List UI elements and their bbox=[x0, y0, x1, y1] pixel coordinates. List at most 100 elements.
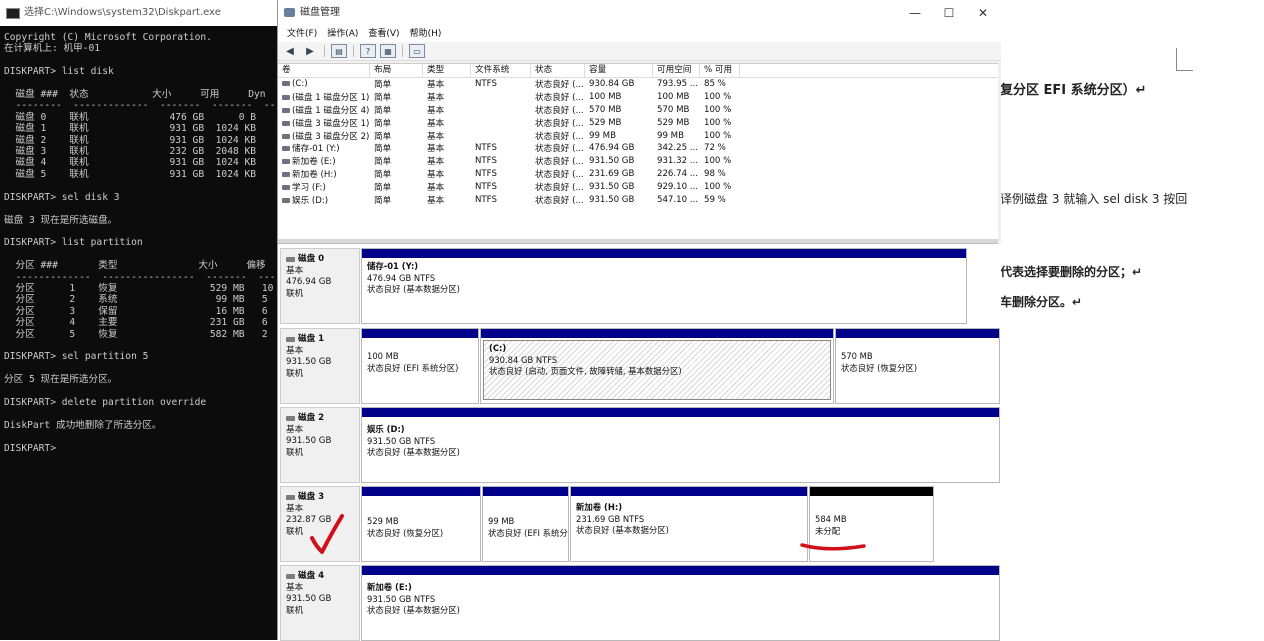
menu-help[interactable]: 帮助(H) bbox=[405, 26, 447, 42]
cell-text: 基本 bbox=[427, 157, 445, 168]
cell-text: 状态良好 (... bbox=[535, 144, 584, 155]
partition-efi-disk1[interactable]: 100 MB 状态良好 (EFI 系统分区) bbox=[361, 328, 479, 404]
volume-row[interactable]: (磁盘 1 磁盘分区 4) 简单 基本 状态良好 (... 570 MB 570 MB 10… bbox=[278, 104, 998, 117]
menu-view[interactable]: 查看(V) bbox=[363, 26, 404, 42]
menu-file[interactable]: 文件(F) bbox=[282, 26, 322, 42]
cell-free-space: 929.10 ... bbox=[653, 182, 700, 192]
cell-percent-free: 100 % bbox=[700, 118, 740, 128]
cell-type: 基本 bbox=[423, 181, 471, 193]
partition-e[interactable]: 新加卷 (E:) 931.50 GB NTFS 状态良好 (基本数据分区) bbox=[361, 565, 1000, 641]
cell-type: 基本 bbox=[423, 130, 471, 142]
column-header-percent-free[interactable]: % 可用 bbox=[700, 64, 740, 77]
disk-management-titlebar[interactable]: 磁盘管理 — ☐ ✕ bbox=[278, 0, 1001, 26]
partition-size: 931.50 GB NTFS bbox=[367, 593, 436, 604]
volume-row[interactable]: (C:) 简单 基本 NTFS 状态良好 (... 930.84 GB 793.95 ...… bbox=[278, 78, 998, 91]
back-arrow-icon[interactable]: ◀ bbox=[282, 44, 298, 58]
column-header-type[interactable]: 类型 bbox=[423, 64, 471, 77]
maximize-button[interactable]: ☐ bbox=[932, 0, 966, 26]
partition-c[interactable]: (C:) 930.84 GB NTFS 状态良好 (启动, 页面文件, 故障转储… bbox=[480, 328, 834, 404]
disk-icon bbox=[286, 416, 295, 422]
partition-efi-disk3[interactable]: 99 MB 状态良好 (EFI 系统分 bbox=[482, 486, 569, 562]
column-header-layout[interactable]: 布局 bbox=[370, 64, 423, 77]
disk-status: 联机 bbox=[286, 368, 304, 379]
column-header-volume[interactable]: 卷 bbox=[278, 64, 370, 77]
partition-status: 状态良好 (基本数据分区) bbox=[576, 525, 669, 536]
disk-2-info[interactable]: 磁盘 2 基本 931.50 GB 联机 bbox=[280, 407, 360, 483]
view-icon[interactable]: ▭ bbox=[409, 44, 425, 58]
cell-capacity: 476.94 GB bbox=[585, 143, 653, 153]
partition-recovery-disk3[interactable]: 529 MB 状态良好 (恢复分区) bbox=[361, 486, 481, 562]
partition-h[interactable]: 新加卷 (H:) 231.69 GB NTFS 状态良好 (基本数据分区) bbox=[570, 486, 808, 562]
forward-arrow-icon[interactable]: ▶ bbox=[302, 44, 318, 58]
volume-row[interactable]: 新加卷 (H:) 简单 基本 NTFS 状态良好 (... 231.69 GB 226.74… bbox=[278, 168, 998, 181]
disk-4-row: 磁盘 4 基本 931.50 GB 联机 新加卷 (E:) 931.50 GB … bbox=[280, 565, 1000, 641]
cell-layout: 简单 bbox=[370, 104, 423, 116]
menu-bar: 文件(F) 操作(A) 查看(V) 帮助(H) bbox=[278, 26, 1001, 42]
cell-text: 状态良好 (... bbox=[535, 93, 584, 104]
partition-band bbox=[362, 566, 999, 575]
disk-size: 232.87 GB bbox=[286, 515, 332, 526]
cell-free-space: 226.74 ... bbox=[653, 169, 700, 179]
disk-3-info[interactable]: 磁盘 3 基本 232.87 GB 联机 bbox=[280, 486, 360, 562]
console-tree-icon[interactable]: ▤ bbox=[331, 44, 347, 58]
cell-text: 85 % bbox=[704, 79, 726, 90]
doc-line: 车删除分区。↵ bbox=[1000, 295, 1083, 309]
toolbar-separator bbox=[402, 45, 403, 57]
disk-name: 磁盘 3 bbox=[298, 492, 325, 502]
partition-recovery-disk1[interactable]: 570 MB 状态良好 (恢复分区) bbox=[835, 328, 1000, 404]
partition-d[interactable]: 娱乐 (D:) 931.50 GB NTFS 状态良好 (基本数据分区) bbox=[361, 407, 1000, 483]
cell-free-space: 547.10 ... bbox=[653, 195, 700, 205]
cell-free-space: 529 MB bbox=[653, 118, 700, 128]
minimize-button[interactable]: — bbox=[898, 0, 932, 26]
console-output[interactable]: Copyright (C) Microsoft Corporation. 在计算… bbox=[4, 32, 278, 640]
disk-status: 联机 bbox=[286, 526, 304, 537]
volume-row[interactable]: 新加卷 (E:) 简单 基本 NTFS 状态良好 (... 931.50 GB 931.32… bbox=[278, 155, 998, 168]
disk-1-info[interactable]: 磁盘 1 基本 931.50 GB 联机 bbox=[280, 328, 360, 404]
column-header-free-space[interactable]: 可用空间 bbox=[653, 64, 700, 77]
disk-4-info[interactable]: 磁盘 4 基本 931.50 GB 联机 bbox=[280, 565, 360, 641]
cell-text: 99 MB bbox=[657, 130, 684, 141]
cell-text: 简单 bbox=[374, 105, 392, 116]
volume-list[interactable]: 卷 布局 类型 文件系统 状态 容量 可用空间 % 可用 (C:) 简单 基本 NTF… bbox=[278, 63, 998, 240]
help-icon[interactable]: ? bbox=[360, 44, 376, 58]
partition-name: (C:) bbox=[489, 343, 507, 353]
volume-row[interactable]: 娱乐 (D:) 简单 基本 NTFS 状态良好 (... 931.50 GB 547.10 … bbox=[278, 193, 998, 206]
cell-text: 529 MB bbox=[657, 117, 690, 128]
partition-status: 状态良好 (基本数据分区) bbox=[367, 284, 460, 295]
unallocated-space[interactable]: 584 MB 未分配 bbox=[809, 486, 934, 562]
cell-text: 226.74 ... bbox=[657, 168, 698, 179]
column-header-capacity[interactable]: 容量 bbox=[585, 64, 653, 77]
cell-text: 570 MB bbox=[589, 104, 622, 115]
cell-text: 基本 bbox=[427, 80, 445, 91]
volume-row[interactable]: 学习 (F:) 简单 基本 NTFS 状态良好 (... 931.50 GB 929.10 … bbox=[278, 180, 998, 193]
cell-text: NTFS bbox=[475, 168, 497, 179]
cell-layout: 简单 bbox=[370, 168, 423, 180]
cell-text: 状态良好 (... bbox=[535, 157, 584, 168]
volume-list-header: 卷 布局 类型 文件系统 状态 容量 可用空间 % 可用 bbox=[278, 64, 998, 78]
volume-row[interactable]: (磁盘 3 磁盘分区 2) 简单 基本 状态良好 (... 99 MB 99 MB 100 … bbox=[278, 129, 998, 142]
volume-row[interactable]: 储存-01 (Y:) 简单 基本 NTFS 状态良好 (... 476.94 GB 342.… bbox=[278, 142, 998, 155]
cell-text: 930.84 GB bbox=[589, 79, 635, 90]
disk-management-window[interactable]: 磁盘管理 — ☐ ✕ 文件(F) 操作(A) 查看(V) 帮助(H) ◀ ▶ ▤… bbox=[277, 0, 1001, 641]
disk-type: 基本 bbox=[286, 265, 304, 276]
disk-name: 磁盘 4 bbox=[298, 571, 325, 581]
menu-action[interactable]: 操作(A) bbox=[322, 26, 363, 42]
properties-icon[interactable]: ▦ bbox=[380, 44, 396, 58]
cell-text: (磁盘 1 磁盘分区 1) bbox=[292, 93, 370, 104]
partition-y[interactable]: 储存-01 (Y:) 476.94 GB NTFS 状态良好 (基本数据分区) bbox=[361, 248, 967, 324]
diskpart-window[interactable]: 选择C:\Windows\system32\Diskpart.exe Copyr… bbox=[0, 0, 278, 640]
close-button[interactable]: ✕ bbox=[966, 0, 1000, 26]
cell-text: 100 MB bbox=[657, 92, 690, 103]
cell-status: 状态良好 (... bbox=[531, 168, 585, 180]
volume-row[interactable]: (磁盘 3 磁盘分区 1) 简单 基本 状态良好 (... 529 MB 529 MB 10… bbox=[278, 116, 998, 129]
volume-row[interactable]: (磁盘 1 磁盘分区 1) 简单 基本 状态良好 (... 100 MB 100 MB 10… bbox=[278, 91, 998, 104]
cell-volume: 新加卷 (H:) bbox=[278, 168, 370, 180]
cell-status: 状态良好 (... bbox=[531, 78, 585, 90]
cell-free-space: 342.25 ... bbox=[653, 143, 700, 153]
diskpart-titlebar[interactable]: 选择C:\Windows\system32\Diskpart.exe bbox=[0, 0, 278, 26]
cell-percent-free: 98 % bbox=[700, 169, 740, 179]
cell-text: 基本 bbox=[427, 182, 445, 193]
column-header-filesystem[interactable]: 文件系统 bbox=[471, 64, 531, 77]
disk-0-info[interactable]: 磁盘 0 基本 476.94 GB 联机 bbox=[280, 248, 360, 324]
column-header-status[interactable]: 状态 bbox=[531, 64, 585, 77]
